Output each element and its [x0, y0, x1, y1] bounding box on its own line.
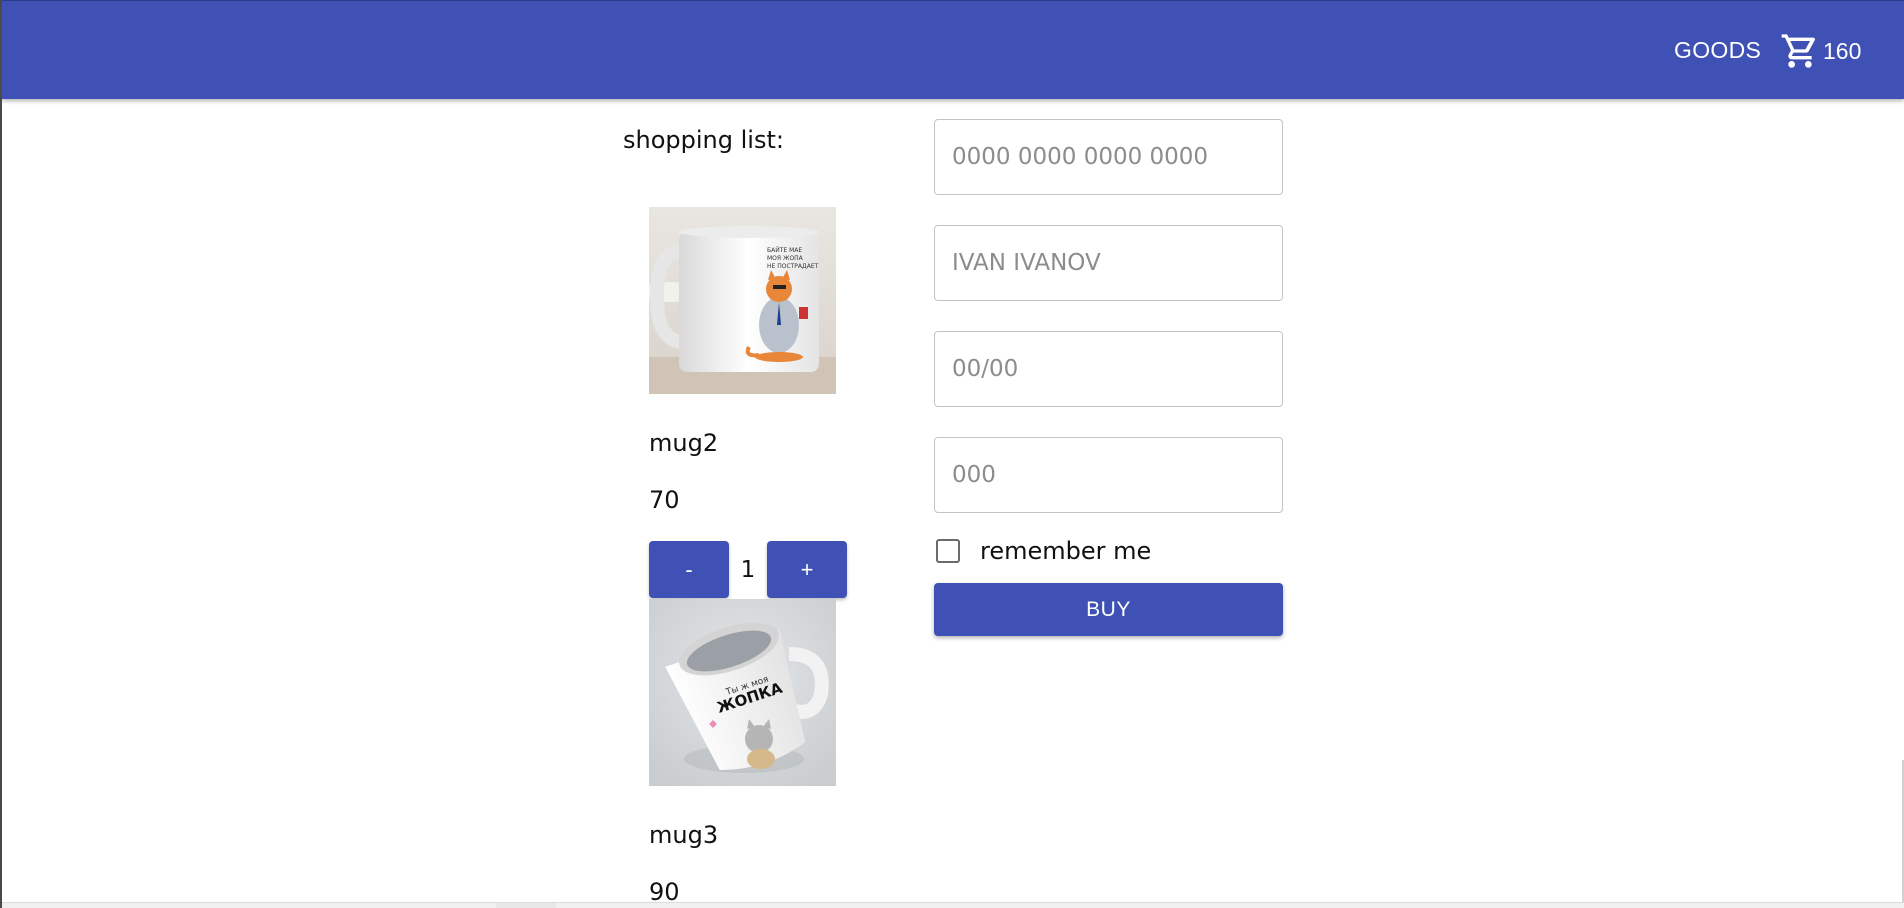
cart-button[interactable]: 160 — [1780, 31, 1861, 71]
item-name: mug3 — [649, 821, 719, 849]
app-window: GOODS 160 shopping list: БАЙТЕ МАЕ МОЯ Ж… — [0, 0, 1904, 908]
remember-me-checkbox[interactable] — [936, 539, 960, 563]
app-bar: GOODS 160 — [2, 0, 1904, 99]
horizontal-scrollbar-thumb[interactable] — [496, 903, 556, 908]
quantity-stepper: - 1 + — [649, 541, 847, 598]
quantity-value: 1 — [740, 556, 756, 583]
remember-me[interactable]: remember me — [936, 537, 1151, 565]
list-item: Ты ж моя ЖОПКА mug3 90 — [649, 599, 839, 908]
svg-text:НЕ ПОСТРАДАЕТ: НЕ ПОСТРАДАЕТ — [767, 263, 819, 270]
cart-total: 160 — [1823, 37, 1862, 64]
svg-text:БАЙТЕ МАЕ: БАЙТЕ МАЕ — [767, 247, 802, 254]
decrease-quantity-button[interactable]: - — [649, 541, 729, 598]
item-name: mug2 — [649, 429, 719, 457]
item-price: 70 — [649, 486, 680, 514]
svg-text:МОЯ ЖОПА: МОЯ ЖОПА — [767, 255, 804, 262]
card-number-field[interactable] — [934, 119, 1283, 195]
shopping-list-title: shopping list: — [623, 126, 784, 154]
list-item: БАЙТЕ МАЕ МОЯ ЖОПА НЕ ПОСТРАДАЕТ mug2 70… — [649, 207, 847, 598]
mug3-image: Ты ж моя ЖОПКА — [649, 599, 836, 786]
expiry-field[interactable] — [934, 331, 1283, 407]
buy-button[interactable]: BUY — [934, 583, 1283, 636]
horizontal-scrollbar[interactable] — [2, 902, 1904, 908]
cvc-field[interactable] — [934, 437, 1283, 513]
card-holder-field[interactable] — [934, 225, 1283, 301]
goods-link[interactable]: GOODS — [1674, 37, 1761, 64]
mug2-image: БАЙТЕ МАЕ МОЯ ЖОПА НЕ ПОСТРАДАЕТ — [649, 207, 836, 394]
cart-icon — [1780, 31, 1820, 71]
remember-me-label: remember me — [980, 537, 1152, 565]
increase-quantity-button[interactable]: + — [767, 541, 847, 598]
